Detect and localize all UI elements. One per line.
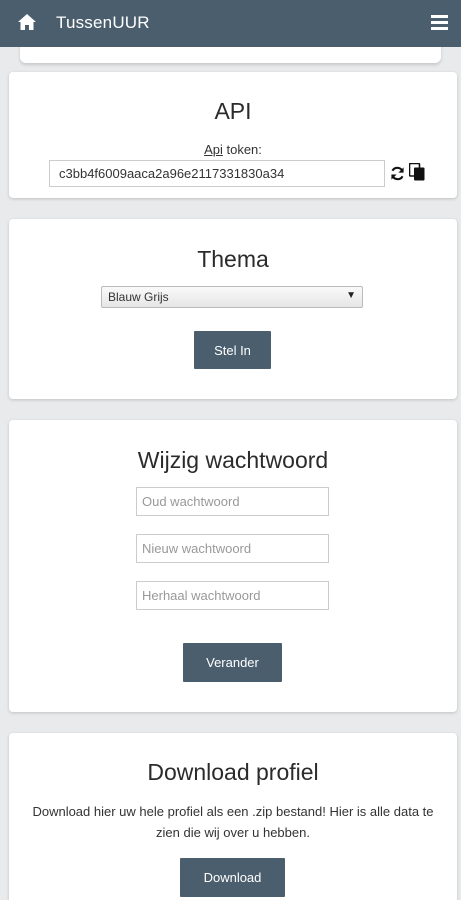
refresh-icon[interactable] [390, 166, 405, 181]
new-password-field[interactable]: Nieuw wachtwoord [136, 534, 329, 563]
api-token-label: Api token: [9, 142, 457, 157]
download-profile-card: Download profiel Download hier uw hele p… [9, 733, 457, 900]
dropdown-arrow-icon: ▼ [346, 290, 356, 301]
api-abbr: Api [204, 142, 223, 157]
change-password-button[interactable]: Verander [183, 643, 282, 682]
change-password-card: Wijzig wachtwoord Oud wachtwoord Nieuw w… [9, 420, 457, 712]
change-password-title: Wijzig wachtwoord [137, 447, 329, 473]
theme-selected-value: Blauw Grijs [108, 290, 169, 304]
apply-theme-button[interactable]: Stel In [194, 331, 271, 369]
theme-title: Thema [197, 246, 269, 272]
top-navbar: TussenUUR [0, 0, 461, 47]
download-description: Download hier uw hele profiel als een .z… [32, 804, 434, 840]
repeat-password-field[interactable]: Herhaal wachtwoord [136, 581, 329, 610]
old-password-field[interactable]: Oud wachtwoord [136, 487, 329, 516]
copy-icon[interactable] [409, 163, 425, 181]
download-profile-title: Download profiel [147, 759, 319, 785]
hamburger-menu-icon[interactable] [431, 14, 448, 31]
api-token-field[interactable]: c3bb4f6009aaca2a96e2117331830a34 [49, 160, 385, 187]
api-card: API Api token: c3bb4f6009aaca2a96e211733… [9, 72, 457, 198]
app-title[interactable]: TussenUUR [56, 13, 150, 33]
theme-select[interactable]: Blauw Grijs ▼ [101, 286, 363, 308]
api-title: API [214, 98, 252, 124]
api-token-label-rest: token: [222, 142, 262, 157]
download-button[interactable]: Download [180, 858, 285, 897]
theme-card: Thema Blauw Grijs ▼ Stel In [9, 219, 457, 399]
home-icon[interactable] [17, 12, 37, 32]
api-token-value: c3bb4f6009aaca2a96e2117331830a34 [59, 166, 285, 181]
